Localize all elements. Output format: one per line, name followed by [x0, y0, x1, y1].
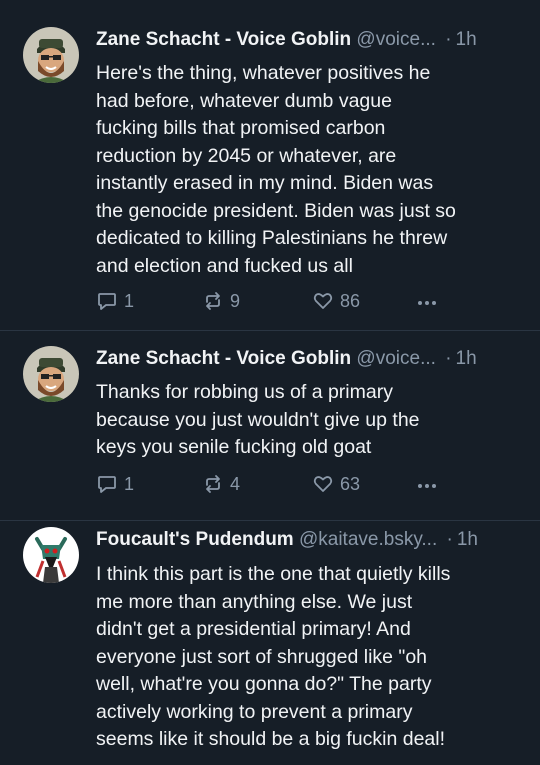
more-button[interactable]: [416, 471, 444, 497]
post-actions: 1 4 63: [96, 471, 456, 497]
post-header: Zane Schacht - Voice Goblin @voice... · 1…: [96, 347, 526, 371]
author-name[interactable]: Foucault's Pudendum: [96, 529, 294, 550]
author-handle[interactable]: @kaitave.bsky...: [299, 529, 437, 550]
repost-icon: [202, 473, 224, 495]
repost-button[interactable]: 9: [202, 288, 240, 314]
separator-dot: ·: [446, 529, 453, 550]
post-text: Here's the thing, whatever positives he …: [96, 62, 456, 277]
author-handle[interactable]: @voice...: [356, 29, 435, 50]
repost-count: 4: [230, 473, 241, 494]
repost-icon: [202, 290, 224, 312]
repost-count: 9: [230, 290, 241, 311]
author-handle[interactable]: @voice...: [356, 348, 435, 369]
author-name[interactable]: Zane Schacht - Voice Goblin: [96, 29, 351, 50]
like-count: 63: [340, 473, 361, 494]
repost-button[interactable]: 4: [202, 471, 240, 497]
reply-count: 1: [124, 473, 135, 494]
post-time[interactable]: 1h: [457, 529, 478, 550]
more-icon: [416, 290, 438, 312]
reply-button[interactable]: 1: [96, 471, 134, 497]
avatar[interactable]: [23, 527, 79, 583]
like-button[interactable]: 63: [312, 471, 360, 497]
separator-dot: ·: [445, 29, 452, 50]
reply-icon: [96, 290, 118, 312]
post-time[interactable]: 1h: [456, 348, 477, 369]
reply-icon: [96, 473, 118, 495]
post[interactable]: Zane Schacht - Voice Goblin @voice... · 1…: [0, 0, 540, 330]
author-name[interactable]: Zane Schacht - Voice Goblin: [96, 348, 351, 369]
post-text: I think this part is the one that quietl…: [96, 563, 451, 750]
avatar[interactable]: [23, 27, 79, 83]
post-actions: 1 9 86: [96, 288, 456, 314]
post[interactable]: Zane Schacht - Voice Goblin @voice... · 1…: [0, 330, 540, 520]
reply-count: 1: [124, 290, 135, 311]
reply-button[interactable]: 1: [96, 288, 134, 314]
post[interactable]: Foucault's Pudendum @kaitave.bsky... · 1h…: [0, 520, 540, 765]
more-button[interactable]: [416, 288, 444, 314]
post-header: Foucault's Pudendum @kaitave.bsky... · 1h: [96, 528, 526, 552]
like-count: 86: [340, 290, 361, 311]
like-button[interactable]: 86: [312, 288, 360, 314]
more-icon: [416, 473, 438, 495]
separator-dot: ·: [445, 348, 452, 369]
heart-icon: [312, 473, 334, 495]
heart-icon: [312, 290, 334, 312]
feed: Zane Schacht - Voice Goblin @voice... · 1…: [0, 0, 540, 765]
post-time[interactable]: 1h: [456, 29, 477, 50]
post-header: Zane Schacht - Voice Goblin @voice... · 1…: [96, 28, 526, 52]
avatar[interactable]: [23, 346, 79, 402]
post-text: Thanks for robbing us of a primary becau…: [96, 381, 420, 458]
